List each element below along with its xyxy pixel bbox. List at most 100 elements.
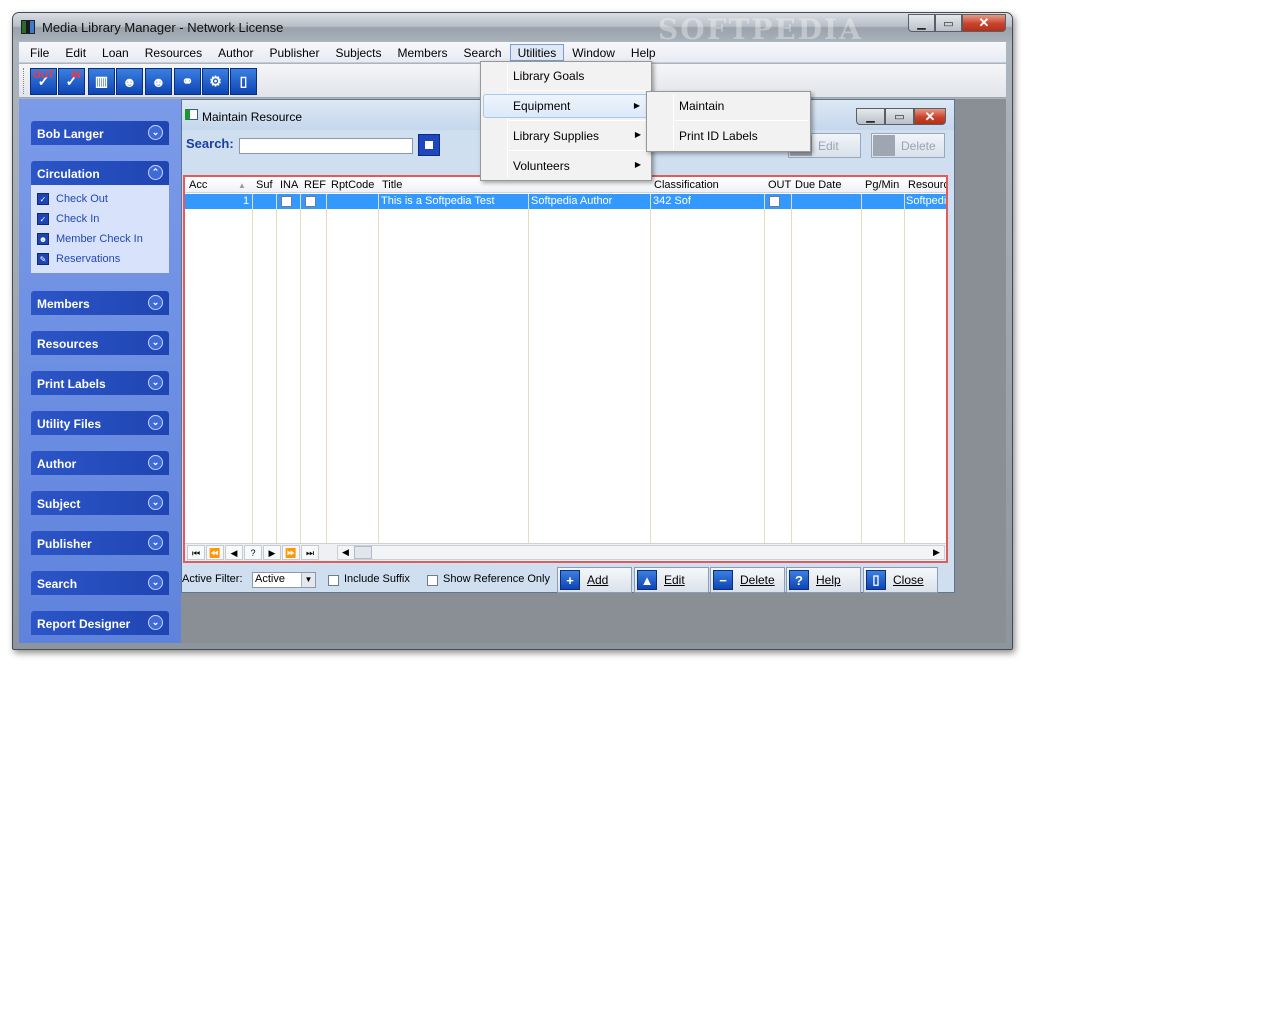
- chevron-down-icon[interactable]: ⌄: [148, 375, 163, 390]
- sidebar-item-check-in[interactable]: ✓ Check In: [37, 209, 169, 229]
- top-delete-button[interactable]: Delete: [871, 133, 945, 158]
- settings-icon[interactable]: ⚙: [202, 68, 229, 95]
- menu-edit[interactable]: Edit: [57, 44, 94, 61]
- resource-grid[interactable]: Acc ▲ Suf INA REF RptCode Title Classifi…: [183, 175, 948, 563]
- col-suf[interactable]: Suf: [256, 179, 273, 191]
- menu-file[interactable]: File: [22, 44, 57, 61]
- menu-item-library-goals[interactable]: Library Goals: [483, 64, 649, 88]
- maximize-button[interactable]: ▭: [935, 14, 962, 32]
- search-input[interactable]: [239, 138, 413, 154]
- sidebar-subject-header[interactable]: Subject ⌄: [31, 491, 169, 515]
- col-ref[interactable]: REF: [304, 179, 326, 191]
- sidebar-item-member-check-in[interactable]: ☻ Member Check In: [37, 229, 169, 249]
- nav-first-icon[interactable]: ⏮: [187, 545, 205, 560]
- chevron-down-icon[interactable]: ⌄: [148, 415, 163, 430]
- search-label: Search:: [186, 136, 234, 151]
- child-close-button[interactable]: ✕: [914, 108, 946, 125]
- chevron-down-icon[interactable]: ⌄: [148, 295, 163, 310]
- sidebar-utility-files-header[interactable]: Utility Files ⌄: [31, 411, 169, 435]
- sidebar-publisher-header[interactable]: Publisher ⌄: [31, 531, 169, 555]
- col-ina[interactable]: INA: [280, 179, 298, 191]
- col-classification[interactable]: Classification: [654, 179, 719, 191]
- members-icon[interactable]: ☻: [145, 68, 172, 95]
- horizontal-scrollbar[interactable]: ◀ ▶: [337, 545, 945, 560]
- col-pg-min[interactable]: Pg/Min: [865, 179, 899, 191]
- include-suffix-checkbox[interactable]: [328, 575, 339, 586]
- menu-loan[interactable]: Loan: [94, 44, 137, 61]
- minimize-button[interactable]: ▁: [908, 14, 935, 32]
- binoculars-icon[interactable]: ⚭: [174, 68, 201, 95]
- chevron-down-icon[interactable]: ⌄: [148, 615, 163, 630]
- menu-item-volunteers[interactable]: Volunteers ▶: [483, 154, 649, 178]
- close-window-button[interactable]: ▯ Close: [863, 567, 938, 593]
- sidebar-user-header[interactable]: Bob Langer ⌄: [31, 121, 169, 145]
- menu-item-equipment[interactable]: Equipment ▶: [483, 94, 649, 118]
- sidebar-circulation-header[interactable]: Circulation ⌃: [31, 161, 169, 185]
- menu-help[interactable]: Help: [623, 44, 664, 61]
- nav-prev-page-icon[interactable]: ⏪: [206, 545, 224, 560]
- out-checkbox[interactable]: [769, 196, 780, 207]
- sidebar-resources-header[interactable]: Resources ⌄: [31, 331, 169, 355]
- menu-resources[interactable]: Resources: [137, 44, 210, 61]
- col-title[interactable]: Title: [382, 179, 402, 191]
- col-due-date[interactable]: Due Date: [795, 179, 841, 191]
- child-maximize-button[interactable]: ▭: [885, 108, 914, 125]
- menu-item-library-supplies[interactable]: Library Supplies ▶: [483, 124, 649, 148]
- chevron-down-icon[interactable]: ⌄: [148, 535, 163, 550]
- active-filter-select[interactable]: Active ▼: [252, 572, 316, 588]
- add-button[interactable]: + Add: [557, 567, 632, 593]
- sidebar-item-reservations[interactable]: ✎ Reservations: [37, 249, 169, 269]
- chevron-down-icon[interactable]: ⌄: [148, 495, 163, 510]
- show-reference-checkbox[interactable]: [427, 575, 438, 586]
- title-bar: Media Library Manager - Network License …: [13, 13, 1012, 46]
- member-icon[interactable]: ☻: [116, 68, 143, 95]
- edit-button[interactable]: ▲ Edit: [634, 567, 709, 593]
- ina-checkbox[interactable]: [281, 196, 292, 207]
- menu-item-maintain[interactable]: Maintain: [649, 94, 808, 118]
- chevron-down-icon[interactable]: ⌄: [148, 125, 163, 140]
- scroll-thumb[interactable]: [354, 546, 372, 559]
- delete-button[interactable]: − Delete: [710, 567, 785, 593]
- ref-checkbox[interactable]: [305, 196, 316, 207]
- scroll-left-icon[interactable]: ◀: [338, 546, 353, 559]
- help-button[interactable]: ? Help: [786, 567, 861, 593]
- chevron-down-icon[interactable]: ⌄: [148, 335, 163, 350]
- col-resource[interactable]: Resourc: [908, 179, 946, 191]
- menu-author[interactable]: Author: [210, 44, 261, 61]
- menu-utilities[interactable]: Utilities: [509, 43, 565, 61]
- chevron-down-icon[interactable]: ▼: [301, 573, 315, 587]
- col-out[interactable]: OUT: [768, 179, 791, 191]
- close-button[interactable]: ✕: [962, 14, 1006, 32]
- child-minimize-button[interactable]: ▁: [856, 108, 885, 125]
- sidebar-report-designer-header[interactable]: Report Designer ⌄: [31, 611, 169, 635]
- chevron-down-icon[interactable]: ⌄: [148, 455, 163, 470]
- chevron-up-icon[interactable]: ⌃: [148, 165, 163, 180]
- exit-door-icon[interactable]: ▯: [230, 68, 257, 95]
- nav-next-page-icon[interactable]: ⏩: [282, 545, 300, 560]
- menu-window[interactable]: Window: [564, 44, 623, 61]
- sidebar-members-header[interactable]: Members ⌄: [31, 291, 169, 315]
- nav-last-icon[interactable]: ⏭: [301, 545, 319, 560]
- menu-subjects[interactable]: Subjects: [327, 44, 389, 61]
- search-go-button[interactable]: [418, 134, 440, 156]
- menu-search[interactable]: Search: [456, 44, 510, 61]
- menu-item-print-id-labels[interactable]: Print ID Labels: [649, 124, 808, 148]
- sidebar-search-header[interactable]: Search ⌄: [31, 571, 169, 595]
- menu-publisher[interactable]: Publisher: [261, 44, 327, 61]
- checkout-tool-icon[interactable]: OUT ✓: [30, 68, 57, 95]
- nav-prev-icon[interactable]: ◀: [225, 545, 243, 560]
- sidebar-item-check-out[interactable]: ✓ Check Out: [37, 189, 169, 209]
- sidebar-author-header[interactable]: Author ⌄: [31, 451, 169, 475]
- book-icon[interactable]: ▥: [88, 68, 115, 95]
- sort-arrow-icon: ▲: [238, 181, 246, 190]
- scroll-right-icon[interactable]: ▶: [929, 546, 944, 559]
- sidebar-print-labels-header[interactable]: Print Labels ⌄: [31, 371, 169, 395]
- col-rptcode[interactable]: RptCode: [331, 179, 374, 191]
- checkin-tool-icon[interactable]: IN ✓: [58, 68, 85, 95]
- menu-members[interactable]: Members: [390, 44, 456, 61]
- toolbar-grip[interactable]: [23, 68, 26, 94]
- chevron-down-icon[interactable]: ⌄: [148, 575, 163, 590]
- col-acc[interactable]: Acc: [189, 179, 207, 191]
- nav-find-icon[interactable]: ?: [244, 545, 262, 560]
- nav-next-icon[interactable]: ▶: [263, 545, 281, 560]
